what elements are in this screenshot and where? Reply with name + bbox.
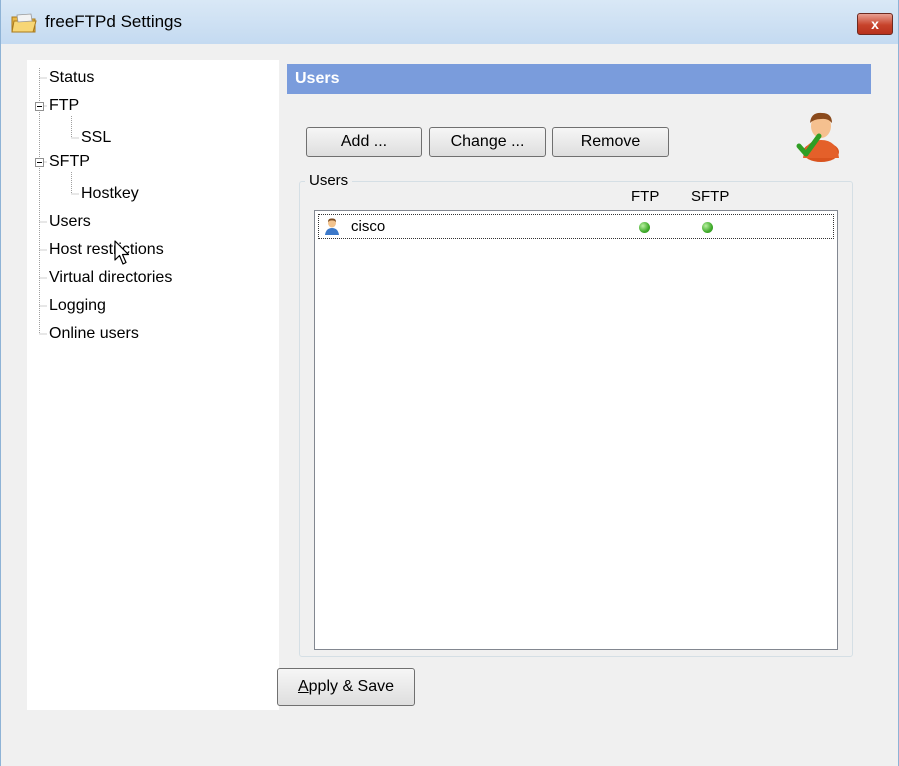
users-group-label: Users [305, 172, 353, 189]
user-name: cisco [351, 218, 386, 235]
user-row[interactable]: cisco [318, 214, 834, 239]
section-header: Users [287, 64, 871, 94]
column-header-sftp[interactable]: SFTP [691, 188, 729, 205]
ftp-collapse-icon[interactable] [35, 102, 44, 111]
tree-item-hostkey[interactable]: Hostkey [81, 183, 139, 205]
mouse-cursor-icon [114, 240, 130, 265]
apply-mnemonic: A [297, 678, 309, 695]
tree-item-status[interactable]: Status [49, 67, 94, 89]
dialog-content: Status FTP SSL SFTP Hostkey Users Host r… [9, 48, 890, 738]
close-button[interactable]: x [857, 13, 893, 35]
users-list[interactable]: cisco [314, 210, 838, 650]
user-check-icon [796, 112, 839, 162]
tree-item-ftp[interactable]: FTP [49, 95, 79, 117]
column-header-ftp[interactable]: FTP [631, 188, 659, 205]
tree-item-host-restrictions[interactable]: Host restrictions [49, 239, 164, 261]
tree-item-logging[interactable]: Logging [49, 295, 106, 317]
title-bar[interactable]: freeFTPd Settings x [1, 0, 898, 44]
tree-item-online-users[interactable]: Online users [49, 323, 139, 345]
sftp-collapse-icon[interactable] [35, 158, 44, 167]
tree-item-ssl[interactable]: SSL [81, 127, 111, 149]
ftp-status-dot [639, 222, 650, 233]
add-user-button[interactable]: Add ... [306, 127, 422, 157]
tree-item-sftp[interactable]: SFTP [49, 151, 90, 173]
apply-save-button[interactable]: Apply & Save [277, 668, 415, 706]
remove-user-button[interactable]: Remove [552, 127, 669, 157]
tree-item-users[interactable]: Users [49, 211, 91, 233]
close-icon: x [871, 16, 879, 32]
folder-icon [11, 13, 37, 33]
settings-window: freeFTPd Settings x Status FTP SSL SFTP … [0, 0, 899, 766]
settings-tree[interactable]: Status FTP SSL SFTP Hostkey Users Host r… [27, 60, 279, 710]
tree-item-virtual-directories[interactable]: Virtual directories [49, 267, 172, 289]
user-icon [325, 218, 339, 235]
sftp-status-dot [702, 222, 713, 233]
change-user-button[interactable]: Change ... [429, 127, 546, 157]
apply-label: pply & Save [308, 678, 395, 695]
window-title: freeFTPd Settings [45, 12, 183, 31]
